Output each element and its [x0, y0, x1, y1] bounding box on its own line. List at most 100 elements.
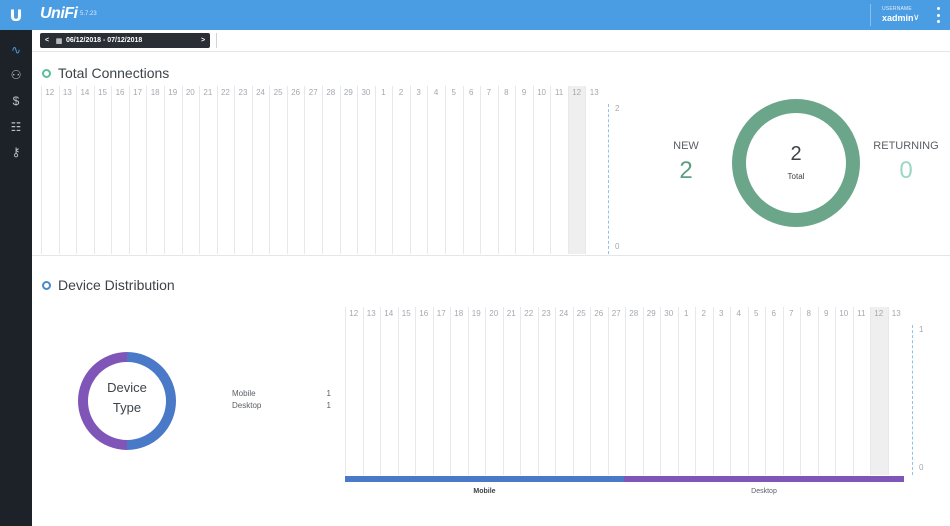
- timeline-column: [537, 307, 556, 475]
- top-bar: U UniFi 5.7.23 USERNAME xadmin ∨: [0, 0, 950, 30]
- timeline-day-label: 25: [273, 88, 283, 97]
- timeline-day-label: 17: [436, 309, 446, 318]
- timeline-column: [163, 86, 182, 254]
- legend-desktop-name: Desktop: [232, 401, 262, 410]
- timeline-day-label: 28: [326, 88, 336, 97]
- device-distribution-timeline: 12 13 14 15 16 17 18 19 20 21 22 23 24 25 26 27 28 29 30 1 2…: [345, 307, 905, 475]
- timeline-column: [462, 86, 481, 254]
- timeline-day-label: 16: [419, 309, 429, 318]
- timeline-column: [550, 86, 568, 254]
- timeline-day-label: 2: [398, 88, 404, 97]
- timeline-column: [572, 307, 591, 475]
- key-icon[interactable]: ⚷: [6, 144, 26, 160]
- timeline-column: [397, 307, 416, 475]
- timeline-day-label: 28: [629, 309, 639, 318]
- timeline-column: [782, 307, 801, 475]
- timeline-column: [800, 307, 818, 475]
- timeline-column: [497, 86, 516, 254]
- timeline-column: [427, 86, 445, 254]
- mobile-bar-label: Mobile: [473, 488, 496, 495]
- desktop-distribution-bar: [624, 476, 904, 482]
- timeline-column: [887, 307, 906, 475]
- timeline-column: [555, 307, 573, 475]
- timeline-column: [747, 307, 766, 475]
- timeline-column: [339, 86, 358, 254]
- timeline-day-label: 6: [469, 88, 474, 97]
- more-menu-icon[interactable]: [937, 7, 941, 23]
- timeline-column: [76, 86, 94, 254]
- unifi-logo-icon[interactable]: U: [0, 0, 32, 30]
- section-divider: [32, 255, 950, 256]
- timeline-column: [712, 307, 731, 475]
- receipt-icon[interactable]: ☷: [6, 119, 26, 135]
- timeline-column: [216, 86, 235, 254]
- timeline-day-label: 11: [554, 88, 564, 97]
- timeline-day-label: 3: [416, 88, 421, 97]
- timeline-column: [415, 307, 433, 475]
- timeline-column: [677, 307, 696, 475]
- timeline-column: [567, 86, 586, 254]
- timeline-day-label: 10: [537, 88, 546, 97]
- timeline-day-label: 23: [541, 309, 551, 318]
- timeline-day-label: 27: [611, 309, 621, 318]
- timeline-day-label: 12: [572, 88, 582, 97]
- timeline-column: [852, 307, 871, 475]
- timeline-column: [146, 86, 164, 254]
- timeline-column: [199, 86, 217, 254]
- timeline-day-label: 24: [256, 88, 265, 97]
- timeline-day-label: 23: [238, 88, 248, 97]
- timeline-day-label: 8: [806, 309, 811, 318]
- user-menu[interactable]: xadmin: [882, 13, 914, 23]
- timeline-day-label: 1: [684, 309, 689, 318]
- timeline-column: [607, 307, 626, 475]
- sidebar: ∿ ⚇ $ ☷ ⚷: [0, 30, 32, 526]
- timeline-day-label: 13: [891, 309, 901, 318]
- timeline-column: [251, 86, 270, 254]
- timeline-day-label: 27: [308, 88, 318, 97]
- timeline-column: [41, 86, 59, 254]
- legend-mobile-name: Mobile: [232, 389, 256, 398]
- device-distribution-title: Device Distribution: [58, 277, 175, 293]
- timeline-day-label: 22: [524, 309, 534, 318]
- timeline-column: [444, 86, 463, 254]
- users-icon[interactable]: ⚇: [6, 67, 26, 83]
- date-range-text[interactable]: 06/12/2018 - 07/12/2018: [64, 37, 196, 44]
- chevron-right-icon[interactable]: >: [196, 37, 210, 44]
- timeline-column: [585, 86, 603, 254]
- device-axis-max-label: 1: [919, 325, 924, 334]
- timeline-day-label: 12: [349, 309, 359, 318]
- new-label: NEW: [673, 140, 699, 152]
- timeline-column: [835, 307, 853, 475]
- timeline-column: [357, 86, 375, 254]
- timeline-column: [322, 86, 340, 254]
- chevron-down-icon[interactable]: ∨: [913, 12, 920, 23]
- timeline-day-label: 20: [489, 309, 499, 318]
- timeline-column: [870, 307, 888, 475]
- timeline-day-label: 12: [45, 88, 55, 97]
- timeline-day-label: 29: [343, 88, 353, 97]
- timeline-day-label: 26: [594, 309, 604, 318]
- timeline-column: [362, 307, 381, 475]
- timeline-column: [520, 307, 538, 475]
- timeline-day-label: 21: [506, 309, 516, 318]
- device-type-label-line1: Device: [107, 380, 147, 395]
- version-label: 5.7.23: [80, 11, 97, 17]
- total-connections-title: Total Connections: [58, 65, 170, 81]
- timeline-column: [532, 86, 551, 254]
- timeline-day-label: 2: [701, 309, 706, 318]
- timeline-day-label: 5: [754, 309, 759, 318]
- timeline-day-label: 29: [646, 309, 656, 318]
- date-range-picker[interactable]: < ▦ 06/12/2018 - 07/12/2018 >: [40, 33, 210, 48]
- timeline-day-label: 5: [451, 88, 456, 97]
- timeline-day-label: 13: [62, 88, 72, 97]
- dollar-icon[interactable]: $: [6, 93, 26, 109]
- statistics-icon[interactable]: ∿: [6, 42, 26, 58]
- timeline-column: [409, 86, 428, 254]
- total-value: 2: [790, 143, 802, 165]
- chevron-left-icon[interactable]: <: [40, 37, 54, 44]
- timeline-day-label: 9: [521, 88, 527, 97]
- timeline-column: [374, 86, 393, 254]
- brand-name: UniFi: [40, 5, 78, 22]
- toolbar-separator: [216, 33, 217, 48]
- timeline-day-label: 25: [576, 309, 586, 318]
